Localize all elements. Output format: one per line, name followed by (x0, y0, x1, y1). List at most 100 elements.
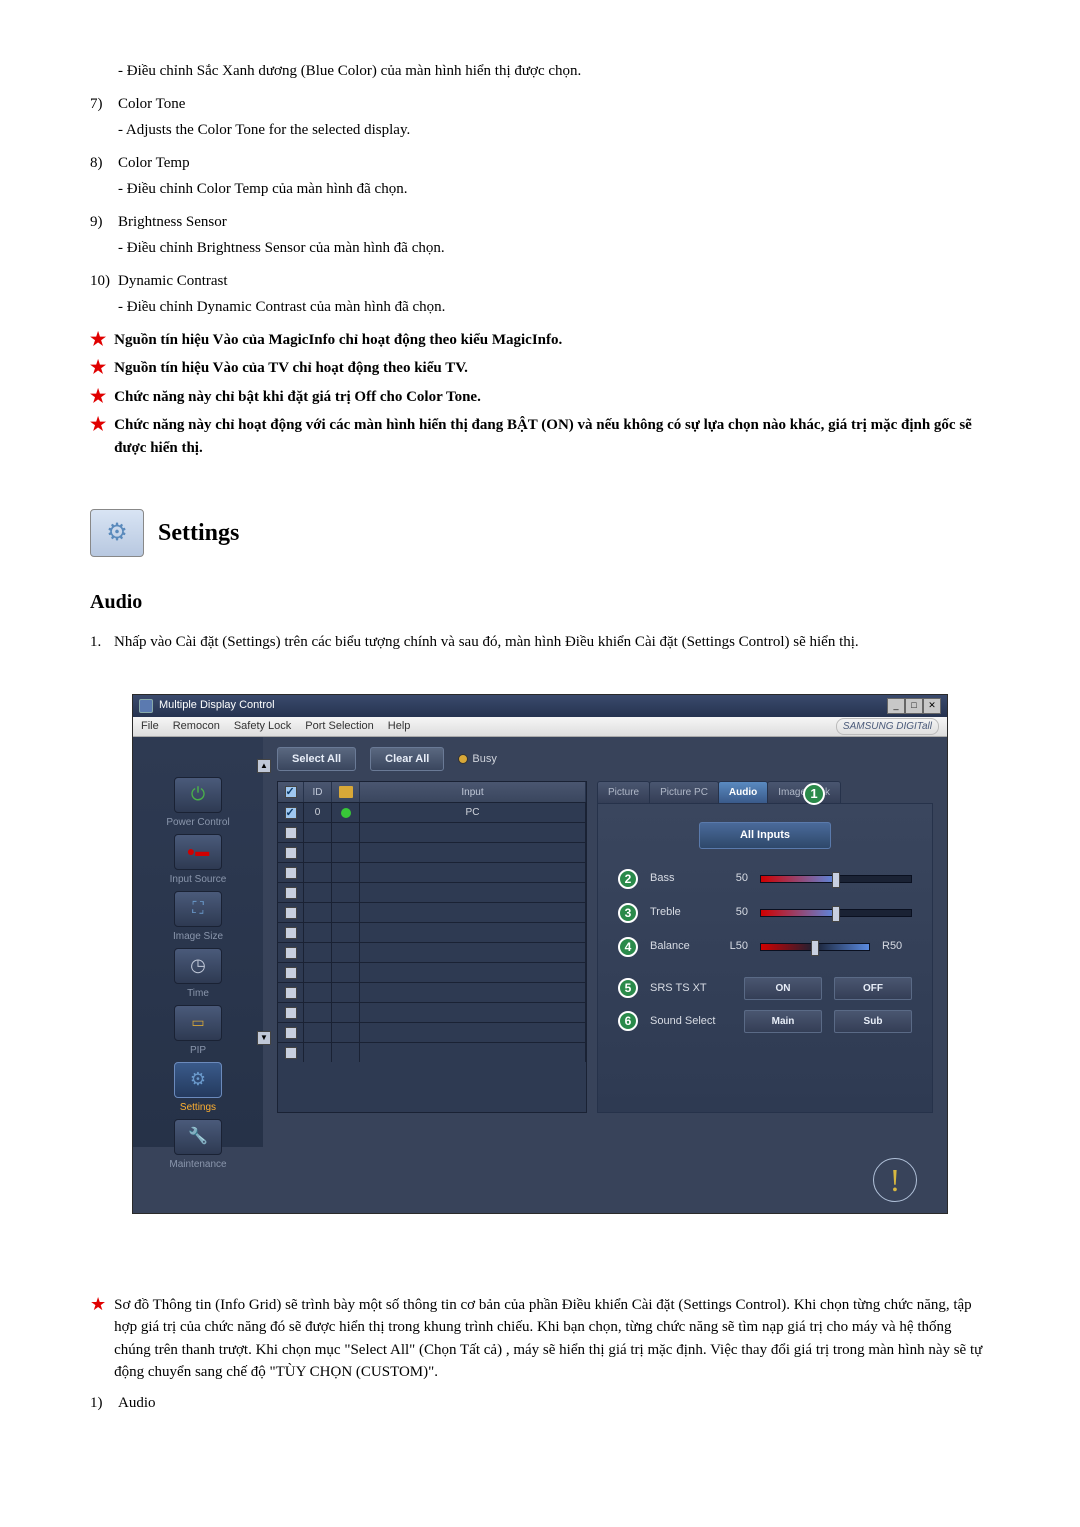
grid-row[interactable] (278, 822, 586, 842)
grid-row[interactable] (278, 842, 586, 862)
row-checkbox[interactable] (285, 827, 297, 839)
menu-port-selection[interactable]: Port Selection (305, 718, 373, 735)
info-grid-note: Sơ đồ Thông tin (Info Grid) sẽ trình bày… (114, 1294, 990, 1384)
sidebar-item-pip[interactable]: ▭ PIP (139, 1005, 257, 1058)
item-7-title: Color Tone (118, 93, 990, 116)
info-grid: ID Input 0 PC (277, 781, 587, 1113)
audio-heading: Audio (90, 587, 990, 617)
item-10-desc: - Điều chỉnh Dynamic Contrast của màn hì… (118, 296, 990, 319)
row-checkbox[interactable] (285, 1027, 297, 1039)
grid-header-input: Input (360, 782, 586, 802)
row-checkbox[interactable] (285, 847, 297, 859)
sound-sub-button[interactable]: Sub (834, 1010, 912, 1033)
blue-color-desc: - Điều chỉnh Sắc Xanh dương (Blue Color)… (118, 60, 990, 83)
bottom-item-1-title: Audio (118, 1392, 990, 1415)
menu-help[interactable]: Help (388, 718, 411, 735)
star-icon: ★ (90, 414, 106, 436)
slider-thumb[interactable] (832, 906, 840, 922)
select-all-button[interactable]: Select All (277, 747, 356, 772)
busy-label: Busy (472, 751, 496, 768)
srs-on-button[interactable]: ON (744, 977, 822, 1000)
busy-indicator: Busy (458, 751, 496, 768)
row-checkbox[interactable] (285, 807, 297, 819)
grid-row[interactable] (278, 1022, 586, 1042)
grid-row[interactable] (278, 1042, 586, 1062)
close-button[interactable]: ✕ (923, 698, 941, 714)
header-checkbox[interactable] (285, 786, 297, 798)
bass-slider[interactable] (760, 875, 912, 883)
item-9-number: 9) (90, 211, 118, 234)
maximize-button[interactable]: □ (905, 698, 923, 714)
sidebar-label: Image Size (139, 929, 257, 944)
tab-audio[interactable]: Audio (718, 781, 768, 803)
sidebar-label: Time (139, 986, 257, 1001)
grid-row[interactable] (278, 982, 586, 1002)
balance-value-l: L50 (718, 938, 748, 955)
callout-4: 4 (618, 937, 638, 957)
item-10-number: 10) (90, 270, 118, 293)
star-icon: ★ (90, 1294, 106, 1316)
sidebar-item-time[interactable]: ◷ Time (139, 948, 257, 1001)
settings-section-icon: ⚙ (90, 509, 144, 557)
grid-row[interactable] (278, 1002, 586, 1022)
treble-value: 50 (718, 904, 748, 921)
bass-value: 50 (718, 870, 748, 887)
row-checkbox[interactable] (285, 947, 297, 959)
status-dot-icon (341, 808, 351, 818)
balance-slider[interactable] (760, 943, 870, 951)
item-10-title: Dynamic Contrast (118, 270, 990, 293)
item-9-desc: - Điều chỉnh Brightness Sensor của màn h… (118, 237, 990, 260)
sidebar-label: Maintenance (139, 1157, 257, 1172)
tab-picture[interactable]: Picture (597, 781, 650, 803)
camera-icon (339, 786, 353, 798)
scroll-down-icon[interactable]: ▼ (257, 1031, 271, 1045)
clear-all-button[interactable]: Clear All (370, 747, 444, 772)
grid-row[interactable] (278, 862, 586, 882)
sidebar-label: Input Source (139, 872, 257, 887)
srs-off-button[interactable]: OFF (834, 977, 912, 1000)
grid-row[interactable] (278, 942, 586, 962)
treble-label: Treble (650, 904, 706, 921)
tab-picture-pc[interactable]: Picture PC (649, 781, 719, 803)
menu-safety-lock[interactable]: Safety Lock (234, 718, 291, 735)
treble-slider[interactable] (760, 909, 912, 917)
all-inputs-button[interactable]: All Inputs (699, 822, 831, 849)
row-checkbox[interactable] (285, 967, 297, 979)
row-checkbox[interactable] (285, 1007, 297, 1019)
row-input: PC (360, 802, 586, 822)
row-checkbox[interactable] (285, 927, 297, 939)
star-icon: ★ (90, 386, 106, 408)
sound-main-button[interactable]: Main (744, 1010, 822, 1033)
info-icon[interactable]: ! (873, 1158, 917, 1202)
menu-file[interactable]: File (141, 718, 159, 735)
grid-row[interactable] (278, 962, 586, 982)
sidebar: ⏻ Power Control ●▬ Input Source ⛶ Image … (133, 737, 263, 1147)
grid-row[interactable] (278, 882, 586, 902)
minimize-button[interactable]: _ (887, 698, 905, 714)
row-checkbox[interactable] (285, 1047, 297, 1059)
item-8-title: Color Temp (118, 152, 990, 175)
bottom-item-1-number: 1) (90, 1392, 118, 1415)
row-checkbox[interactable] (285, 987, 297, 999)
row-checkbox[interactable] (285, 907, 297, 919)
slider-thumb[interactable] (811, 940, 819, 956)
busy-dot-icon (458, 754, 468, 764)
srs-label: SRS TS XT (650, 980, 730, 997)
sidebar-item-settings[interactable]: ⚙ Settings (139, 1062, 257, 1115)
bass-label: Bass (650, 870, 706, 887)
callout-5: 5 (618, 978, 638, 998)
sidebar-item-power[interactable]: ⏻ Power Control (139, 777, 257, 830)
sidebar-label: Settings (139, 1100, 257, 1115)
sidebar-item-image-size[interactable]: ⛶ Image Size (139, 891, 257, 944)
sidebar-item-maintenance[interactable]: 🔧 Maintenance (139, 1119, 257, 1172)
note-default: Chức năng này chỉ hoạt động với các màn … (114, 414, 990, 459)
row-checkbox[interactable] (285, 887, 297, 899)
menu-remocon[interactable]: Remocon (173, 718, 220, 735)
grid-row[interactable] (278, 902, 586, 922)
scroll-up-icon[interactable]: ▲ (257, 759, 271, 773)
sidebar-item-input[interactable]: ●▬ Input Source (139, 834, 257, 887)
grid-row[interactable] (278, 922, 586, 942)
row-checkbox[interactable] (285, 867, 297, 879)
grid-row[interactable]: 0 PC (278, 802, 586, 822)
slider-thumb[interactable] (832, 872, 840, 888)
